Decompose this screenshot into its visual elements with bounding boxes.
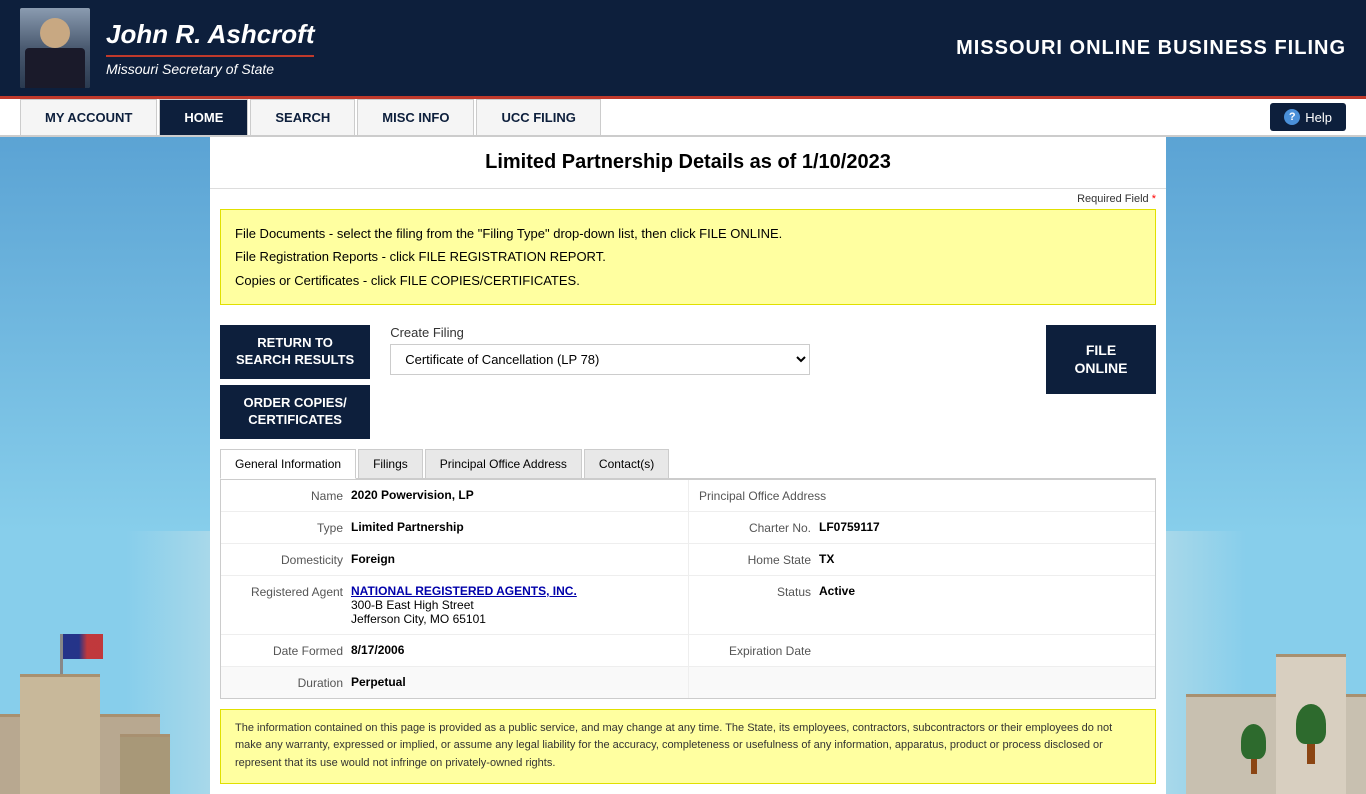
left-background bbox=[0, 137, 210, 794]
table-row: Type Limited Partnership Charter No. LF0… bbox=[221, 512, 1155, 544]
order-copies-button[interactable]: ORDER COPIES/ CERTIFICATES bbox=[220, 385, 370, 439]
nav-home[interactable]: HOME bbox=[159, 99, 248, 135]
tab-contacts[interactable]: Contact(s) bbox=[584, 449, 669, 478]
tabs-bar: General Information Filings Principal Of… bbox=[220, 449, 1156, 479]
info-line2: File Registration Reports - click FILE R… bbox=[235, 245, 1141, 268]
required-note: Required Field * bbox=[210, 189, 1166, 209]
header-divider bbox=[106, 55, 314, 57]
type-label: Type bbox=[231, 520, 351, 535]
header-name-section: John R. Ashcroft Missouri Secretary of S… bbox=[106, 19, 314, 76]
table-row: Registered Agent NATIONAL REGISTERED AGE… bbox=[221, 576, 1155, 635]
domesticity-value: Foreign bbox=[351, 552, 395, 567]
home-state-value: TX bbox=[819, 552, 834, 567]
type-value: Limited Partnership bbox=[351, 520, 464, 535]
action-bar: RETURN TO SEARCH RESULTS ORDER COPIES/ C… bbox=[210, 315, 1166, 449]
tab-filings[interactable]: Filings bbox=[358, 449, 423, 478]
status-label: Status bbox=[699, 584, 819, 626]
expiration-date-label: Expiration Date bbox=[699, 643, 819, 658]
duration-label: Duration bbox=[231, 675, 351, 690]
create-filing-section: Create Filing Certificate of Cancellatio… bbox=[380, 325, 1036, 375]
domesticity-label: Domesticity bbox=[231, 552, 351, 567]
table-row: Name 2020 Powervision, LP Principal Offi… bbox=[221, 480, 1155, 512]
table-row: Domesticity Foreign Home State TX bbox=[221, 544, 1155, 576]
right-background bbox=[1166, 137, 1366, 794]
date-formed-label: Date Formed bbox=[231, 643, 351, 658]
registered-agent-name[interactable]: NATIONAL REGISTERED AGENTS, INC. bbox=[351, 584, 577, 598]
table-row: Date Formed 8/17/2006 Expiration Date bbox=[221, 635, 1155, 667]
home-state-label: Home State bbox=[699, 552, 819, 567]
nav-my-account[interactable]: MY ACCOUNT bbox=[20, 99, 157, 135]
disclaimer: The information contained on this page i… bbox=[220, 709, 1156, 784]
nav-misc-info[interactable]: MISC INFO bbox=[357, 99, 474, 135]
status-value: Active bbox=[819, 584, 855, 626]
registered-agent-address1: 300-B East High Street bbox=[351, 598, 577, 612]
secretary-name: John R. Ashcroft bbox=[106, 19, 314, 50]
table-row: Duration Perpetual bbox=[221, 667, 1155, 698]
charter-no-label: Charter No. bbox=[699, 520, 819, 535]
registered-agent-label: Registered Agent bbox=[231, 584, 351, 626]
navbar: MY ACCOUNT HOME SEARCH MISC INFO UCC FIL… bbox=[0, 96, 1366, 137]
date-formed-value: 8/17/2006 bbox=[351, 643, 404, 658]
registered-agent-info: NATIONAL REGISTERED AGENTS, INC. 300-B E… bbox=[351, 584, 577, 626]
duration-value: Perpetual bbox=[351, 675, 406, 690]
action-buttons: RETURN TO SEARCH RESULTS ORDER COPIES/ C… bbox=[220, 325, 370, 439]
tab-general-information[interactable]: General Information bbox=[220, 449, 356, 479]
page-title: Limited Partnership Details as of 1/10/2… bbox=[230, 151, 1146, 174]
portrait bbox=[20, 8, 90, 88]
site-title: MISSOURI ONLINE BUSINESS FILING bbox=[956, 37, 1346, 60]
site-title-section: MISSOURI ONLINE BUSINESS FILING bbox=[956, 37, 1346, 60]
file-online-button[interactable]: FILE ONLINE bbox=[1046, 325, 1156, 393]
details-table: Name 2020 Powervision, LP Principal Offi… bbox=[220, 479, 1156, 699]
center-content: Limited Partnership Details as of 1/10/2… bbox=[210, 137, 1166, 794]
name-value: 2020 Powervision, LP bbox=[351, 488, 474, 503]
page-title-bar: Limited Partnership Details as of 1/10/2… bbox=[210, 137, 1166, 189]
return-to-search-button[interactable]: RETURN TO SEARCH RESULTS bbox=[220, 325, 370, 379]
create-filing-label: Create Filing bbox=[390, 325, 1026, 340]
nav-search[interactable]: SEARCH bbox=[250, 99, 355, 135]
tab-principal-office-address[interactable]: Principal Office Address bbox=[425, 449, 582, 478]
secretary-title: Missouri Secretary of State bbox=[106, 61, 314, 77]
help-button[interactable]: ? Help bbox=[1270, 103, 1346, 131]
help-icon: ? bbox=[1284, 109, 1300, 125]
charter-no-value: LF0759117 bbox=[819, 520, 880, 535]
required-star: * bbox=[1152, 193, 1156, 205]
info-box: File Documents - select the filing from … bbox=[220, 209, 1156, 305]
principal-office-label: Principal Office Address bbox=[699, 488, 834, 503]
main-wrapper: Limited Partnership Details as of 1/10/2… bbox=[0, 137, 1366, 794]
nav-ucc-filing[interactable]: UCC FILING bbox=[476, 99, 600, 135]
info-line1: File Documents - select the filing from … bbox=[235, 222, 1141, 245]
registered-agent-address2: Jefferson City, MO 65101 bbox=[351, 612, 577, 626]
name-label: Name bbox=[231, 488, 351, 503]
filing-type-select[interactable]: Certificate of Cancellation (LP 78) bbox=[390, 344, 810, 375]
info-line3: Copies or Certificates - click FILE COPI… bbox=[235, 269, 1141, 292]
